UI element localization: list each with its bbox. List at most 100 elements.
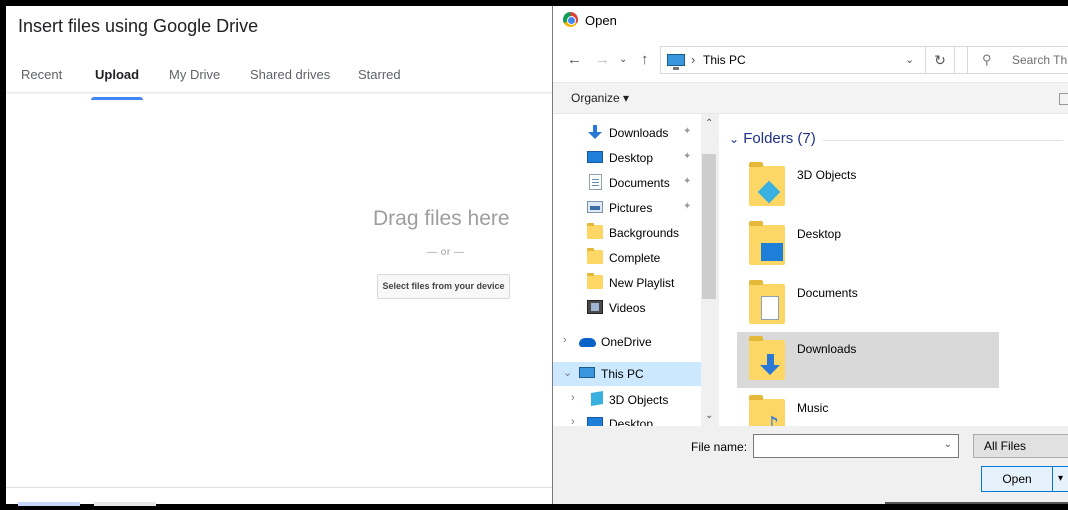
pin-icon: ✦	[683, 151, 692, 162]
dialog-title: Open	[585, 13, 617, 28]
expand-chevron-icon[interactable]: ›	[571, 416, 575, 426]
tab-recent[interactable]: Recent	[21, 66, 62, 100]
folder-item-documents[interactable]: Documents	[737, 276, 999, 332]
tab-shared-drives[interactable]: Shared drives	[250, 66, 330, 100]
nav-label: Backgrounds	[609, 226, 680, 240]
nav-label: Complete	[609, 251, 661, 265]
organize-menu[interactable]: Organize ▾	[571, 91, 629, 105]
nav-item-desktop[interactable]: Desktop ✦	[553, 146, 701, 170]
folder-icon	[587, 273, 603, 289]
up-arrow-icon[interactable]: ↑	[641, 51, 649, 68]
file-type-select[interactable]: All Files	[973, 434, 1068, 458]
folder-icon	[749, 221, 785, 265]
desktop-icon	[587, 151, 603, 163]
folder-icon	[587, 223, 603, 239]
breadcrumb-this-pc[interactable]: This PC	[703, 53, 746, 67]
open-dropdown-arrow-icon[interactable]: ▾	[1053, 466, 1068, 492]
folder-icon	[749, 336, 785, 380]
dialog-footer: File name: ⌄ All Files Open ▾	[553, 426, 1068, 504]
forward-arrow-icon[interactable]: →	[595, 51, 610, 68]
back-arrow-icon[interactable]: ←	[567, 51, 582, 68]
nav-label: New Playlist	[609, 276, 675, 290]
nav-label: Documents	[609, 176, 670, 190]
expand-chevron-icon[interactable]: ›	[571, 392, 575, 404]
pin-icon: ✦	[683, 176, 692, 187]
folder-name: Downloads	[797, 342, 857, 356]
nav-label: This PC	[601, 367, 644, 381]
nav-label: Pictures	[609, 201, 653, 215]
group-header-folders[interactable]: ⌄ Folders (7)	[729, 130, 816, 147]
folder-item-3d-objects[interactable]: 3D Objects	[737, 158, 999, 214]
nav-item-3d-objects[interactable]: › 3D Objects	[553, 388, 701, 412]
address-dropdown-icon[interactable]: ⌄	[905, 53, 914, 66]
horizontal-scrollbar[interactable]	[885, 502, 1068, 504]
drag-files-text: Drag files here	[373, 207, 510, 230]
file-name-input[interactable]: ⌄	[753, 434, 959, 458]
group-collapse-icon: ⌄	[729, 132, 740, 146]
nav-item-onedrive[interactable]: › OneDrive	[553, 330, 701, 354]
pin-icon: ✦	[683, 126, 692, 137]
chrome-icon	[563, 12, 578, 27]
scroll-up-icon[interactable]: ⌃	[705, 118, 713, 129]
file-name-dropdown-icon[interactable]: ⌄	[944, 439, 952, 450]
dialog-titlebar[interactable]: Open	[553, 6, 1068, 36]
search-placeholder: Search Thi	[1012, 53, 1068, 67]
documents-icon	[589, 174, 602, 190]
footer-primary-button[interactable]	[18, 502, 80, 506]
3d-objects-overlay-icon	[757, 180, 781, 204]
folder-name: Documents	[797, 286, 858, 300]
this-pc-icon	[667, 54, 685, 70]
folder-name: Music	[797, 401, 829, 415]
file-list: ⌄ Folders (7) 3D Objects Desktop Documen…	[719, 114, 1068, 426]
scrollbar-thumb[interactable]	[702, 154, 716, 299]
onedrive-icon	[579, 338, 596, 347]
navigation-pane: Downloads ✦ Desktop ✦ Documents ✦ Pictur…	[553, 114, 719, 426]
nav-item-new-playlist[interactable]: New Playlist	[553, 271, 701, 295]
nav-item-complete[interactable]: Complete	[553, 246, 701, 270]
nav-item-documents[interactable]: Documents ✦	[553, 171, 701, 195]
refresh-button[interactable]: ↻	[925, 46, 955, 74]
nav-item-this-pc[interactable]: ⌄ This PC	[553, 362, 701, 386]
refresh-icon: ↻	[934, 52, 946, 68]
select-files-button[interactable]: Select files from your device	[377, 274, 510, 299]
view-options-icon[interactable]	[1059, 93, 1068, 105]
open-file-dialog: Open ← → ⌄ ↑ › This PC ⌄ ↻ ⚲ Search Thi …	[552, 6, 1068, 504]
nav-item-downloads[interactable]: Downloads ✦	[553, 121, 701, 145]
nav-item-videos[interactable]: Videos	[553, 296, 701, 320]
folder-item-desktop[interactable]: Desktop	[737, 217, 999, 273]
search-box[interactable]: ⚲ Search Thi	[967, 46, 1068, 74]
this-pc-icon	[579, 367, 595, 378]
3d-objects-icon	[591, 390, 603, 407]
download-overlay-arrowhead	[760, 365, 780, 375]
picker-title: Insert files using Google Drive	[18, 16, 259, 36]
open-button[interactable]: Open	[981, 466, 1053, 492]
or-separator: — or —	[427, 247, 465, 258]
dialog-navbar: ← → ⌄ ↑ › This PC ⌄ ↻ ⚲ Search Thi	[553, 36, 1068, 82]
videos-icon	[587, 300, 603, 314]
scroll-down-icon[interactable]: ⌄	[705, 410, 713, 421]
pin-icon: ✦	[683, 201, 692, 212]
nav-item-backgrounds[interactable]: Backgrounds	[553, 221, 701, 245]
nav-label: Downloads	[609, 126, 669, 140]
folder-icon: ♪	[749, 395, 785, 426]
tab-my-drive[interactable]: My Drive	[169, 66, 220, 100]
folder-item-downloads[interactable]: Downloads	[737, 332, 999, 388]
group-header-rule	[823, 140, 1063, 141]
group-header-label: Folders (7)	[743, 130, 816, 147]
nav-label: Desktop	[609, 151, 654, 165]
nav-item-desktop-pc[interactable]: › Desktop	[553, 412, 701, 426]
desktop-icon	[587, 417, 603, 426]
nav-label: Videos	[609, 301, 646, 315]
expand-chevron-icon[interactable]: ›	[563, 334, 567, 346]
nav-item-pictures[interactable]: Pictures ✦	[553, 196, 701, 220]
music-overlay-icon: ♪	[765, 413, 780, 426]
folder-name: Desktop	[797, 227, 842, 241]
collapse-chevron-icon[interactable]: ⌄	[563, 366, 572, 379]
folder-item-music[interactable]: ♪ Music	[737, 391, 999, 426]
tab-upload[interactable]: Upload	[90, 66, 144, 100]
footer-secondary-button[interactable]	[94, 502, 156, 506]
documents-overlay-icon	[761, 296, 779, 320]
navigation-scrollbar[interactable]: ⌃ ⌄	[701, 114, 719, 426]
recent-locations-chevron-icon[interactable]: ⌄	[619, 54, 627, 65]
tab-starred[interactable]: Starred	[358, 66, 401, 100]
